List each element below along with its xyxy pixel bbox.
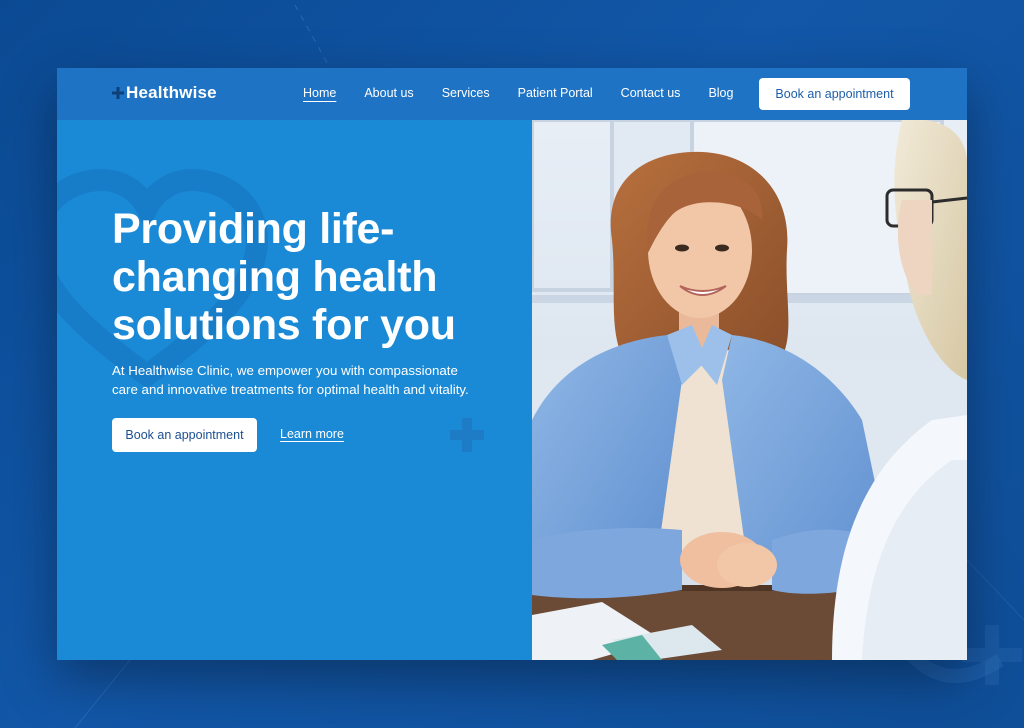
plus-decoration-icon	[450, 418, 484, 452]
hero-title: Providing life- changing health solution…	[112, 205, 512, 349]
plus-icon	[112, 87, 124, 99]
nav-link-services[interactable]: Services	[442, 86, 490, 100]
nav-link-patient-portal[interactable]: Patient Portal	[518, 86, 593, 100]
hero-section: Providing life- changing health solution…	[57, 120, 532, 660]
nav-link-home[interactable]: Home	[303, 86, 336, 100]
nav-link-blog[interactable]: Blog	[708, 86, 733, 100]
nav-links: Home About us Services Patient Portal Co…	[303, 86, 761, 100]
top-navigation: Healthwise Home About us Services Patien…	[57, 68, 967, 120]
hero-description-line: care and innovative treatments for optim…	[112, 382, 469, 397]
nav-link-about[interactable]: About us	[364, 86, 413, 100]
hero-description-line: At Healthwise Clinic, we empower you wit…	[112, 363, 458, 378]
hero-book-appointment-button[interactable]: Book an appointment	[112, 418, 257, 452]
nav-link-contact[interactable]: Contact us	[621, 86, 681, 100]
hero-title-line: solutions for you	[112, 301, 456, 349]
brand-logo[interactable]: Healthwise	[112, 83, 217, 103]
hero-description: At Healthwise Clinic, we empower you wit…	[112, 361, 502, 399]
hero-photo	[532, 120, 967, 660]
website-frame: Healthwise Home About us Services Patien…	[57, 68, 967, 660]
nav-book-appointment-button[interactable]: Book an appointment	[759, 78, 910, 110]
hero-title-line: Providing life-	[112, 205, 395, 253]
learn-more-link[interactable]: Learn more	[280, 427, 344, 441]
hero-title-line: changing health	[112, 253, 438, 301]
brand-name: Healthwise	[126, 83, 217, 102]
